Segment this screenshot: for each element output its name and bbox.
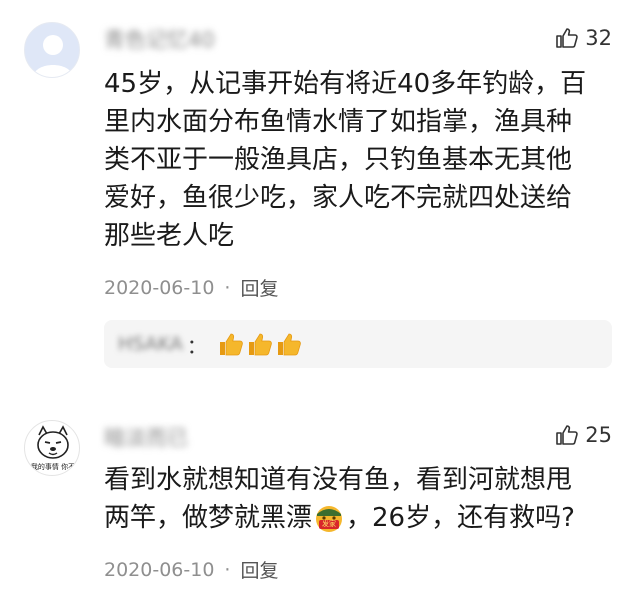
thumbs-up-emoji-icon xyxy=(277,333,301,356)
avatar[interactable] xyxy=(24,22,80,78)
content-line: 爱好，鱼很少吃，家人吃不完就四处送给 xyxy=(104,183,573,213)
money-face-emoji-icon: 发家 xyxy=(313,502,345,534)
reply-button[interactable]: 回复 xyxy=(240,274,278,301)
like-count: 25 xyxy=(585,423,612,447)
sub-reply-content xyxy=(217,330,304,358)
content-text: 两竿，做梦就黑漂 xyxy=(104,503,313,533)
comment-date: 2020-06-10 xyxy=(104,276,215,299)
avatar-caption: 我的事情 你不 xyxy=(30,463,76,471)
content-line: 看到水就想知道有没有鱼，看到河就想甩 xyxy=(104,465,573,495)
content-text: ，26岁，还有救吗? xyxy=(346,503,575,533)
content-line: 那些老人吃 xyxy=(104,221,235,251)
thumbs-up-emoji-icon xyxy=(219,333,243,356)
sub-reply[interactable]: HSAKA ： xyxy=(104,320,612,368)
like-count: 32 xyxy=(585,26,612,50)
comment-username[interactable]: 暗淡而已 xyxy=(104,422,188,452)
comment-date: 2020-06-10 xyxy=(104,558,215,581)
meta-separator: · xyxy=(224,558,231,581)
like-button[interactable]: 32 xyxy=(555,26,612,50)
default-avatar-icon xyxy=(33,35,73,77)
comment-content: 45岁，从记事开始有将近40多年钓龄，百 里内水面分布鱼情水情了如指掌，渔具种 … xyxy=(104,65,614,255)
sub-reply-username[interactable]: HSAKA xyxy=(118,333,183,355)
comment-content: 看到水就想知道有没有鱼，看到河就想甩 两竿，做梦就黑漂 发家 ，26岁，还有救吗… xyxy=(104,461,614,537)
money-face-label: 发家 xyxy=(322,520,337,528)
thumbs-up-emoji-icon xyxy=(248,333,272,356)
content-line: 类不亚于一般渔具店，只钓鱼基本无其他 xyxy=(104,145,573,175)
like-button[interactable]: 25 xyxy=(555,423,612,447)
content-line: 两竿，做梦就黑漂 发家 ，26岁，还有救吗? xyxy=(104,499,614,537)
meta-separator: · xyxy=(224,276,231,299)
thumbs-up-icon xyxy=(556,425,579,445)
comment-username[interactable]: 青色记忆40 xyxy=(104,24,215,54)
content-line: 里内水面分布鱼情水情了如指掌，渔具种 xyxy=(104,107,573,137)
thumbs-up-icon xyxy=(556,28,579,48)
comment-meta: 2020-06-10 · 回复 xyxy=(104,274,278,301)
content-line: 45岁，从记事开始有将近40多年钓龄，百 xyxy=(104,69,587,99)
comment-meta: 2020-06-10 · 回复 xyxy=(104,556,278,583)
reply-button[interactable]: 回复 xyxy=(240,556,278,583)
sub-reply-colon: ： xyxy=(186,333,207,358)
avatar[interactable]: 我的事情 你不 xyxy=(24,420,80,476)
